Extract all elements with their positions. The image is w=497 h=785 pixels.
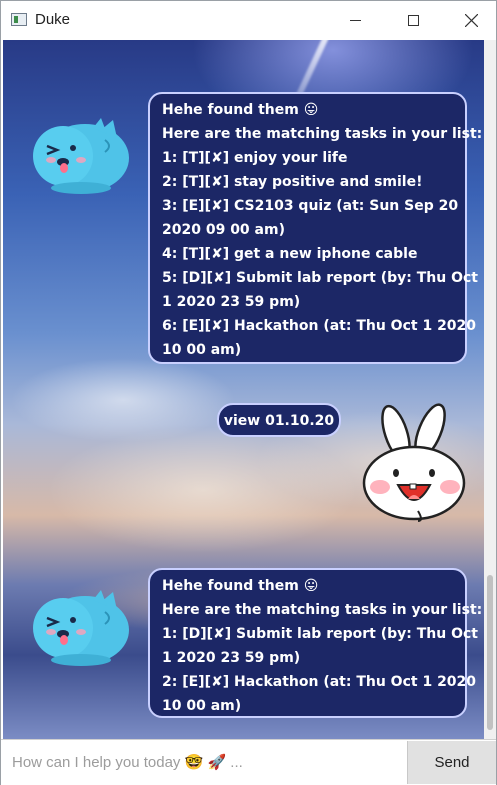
message-line: 1: [T][✘] enjoy your life xyxy=(162,150,348,166)
input-row: Send xyxy=(1,739,496,785)
message-input[interactable] xyxy=(3,741,406,784)
window-title: Duke xyxy=(35,11,71,28)
duke-message-bubble: Hehe found them 😛 Here are the matching … xyxy=(148,92,483,364)
message-line: 10 00 am) xyxy=(162,342,242,358)
message-line: 5: [D][✘] Submit lab report (by: Thu Oct xyxy=(162,270,478,286)
message-text: view 01.10.20 xyxy=(223,413,335,429)
duke-message-bubble: Hehe found them 😛 Here are the matching … xyxy=(148,568,483,718)
message-line: 10 00 am) xyxy=(162,698,242,714)
close-button[interactable] xyxy=(448,1,494,39)
duke-avatar xyxy=(23,588,133,668)
user-avatar xyxy=(358,403,470,523)
maximize-button[interactable] xyxy=(390,1,436,39)
message-line: 1: [D][✘] Submit lab report (by: Thu Oct xyxy=(162,626,478,642)
message-line: 4: [T][✘] get a new iphone cable xyxy=(162,246,418,262)
message-line: 2: [T][✘] stay positive and smile! xyxy=(162,174,423,190)
message-line: 1 2020 23 59 pm) xyxy=(162,650,301,666)
message-line: Hehe found them 😛 xyxy=(162,102,319,118)
message-line: Hehe found them 😛 xyxy=(162,578,319,594)
user-message-bubble: view 01.10.20 xyxy=(217,403,341,437)
chat-area[interactable]: Hehe found them 😛 Here are the matching … xyxy=(3,40,484,739)
send-button[interactable]: Send xyxy=(407,741,496,784)
message-line: 3: [E][✘] CS2103 quiz (at: Sun Sep 20 xyxy=(162,198,459,214)
message-line: 6: [E][✘] Hackathon (at: Thu Oct 1 2020 xyxy=(162,318,477,334)
title-bar[interactable]: Duke xyxy=(1,1,496,39)
message-line: Here are the matching tasks in your list… xyxy=(162,126,483,142)
app-window: Duke Hehe found them 😛 Here are the matc… xyxy=(0,0,497,785)
chat-scrollbar[interactable] xyxy=(484,40,496,739)
duke-avatar xyxy=(23,116,133,196)
scroll-thumb[interactable] xyxy=(487,575,493,730)
close-icon xyxy=(464,13,478,27)
maximize-icon xyxy=(407,14,419,26)
message-line: 2: [E][✘] Hackathon (at: Thu Oct 1 2020 xyxy=(162,674,477,690)
minimize-button[interactable] xyxy=(332,1,378,39)
message-line: 1 2020 23 59 pm) xyxy=(162,294,301,310)
app-icon xyxy=(11,13,27,26)
message-line: 2020 09 00 am) xyxy=(162,222,285,238)
minimize-icon xyxy=(349,19,361,21)
message-line: Here are the matching tasks in your list… xyxy=(162,602,483,618)
